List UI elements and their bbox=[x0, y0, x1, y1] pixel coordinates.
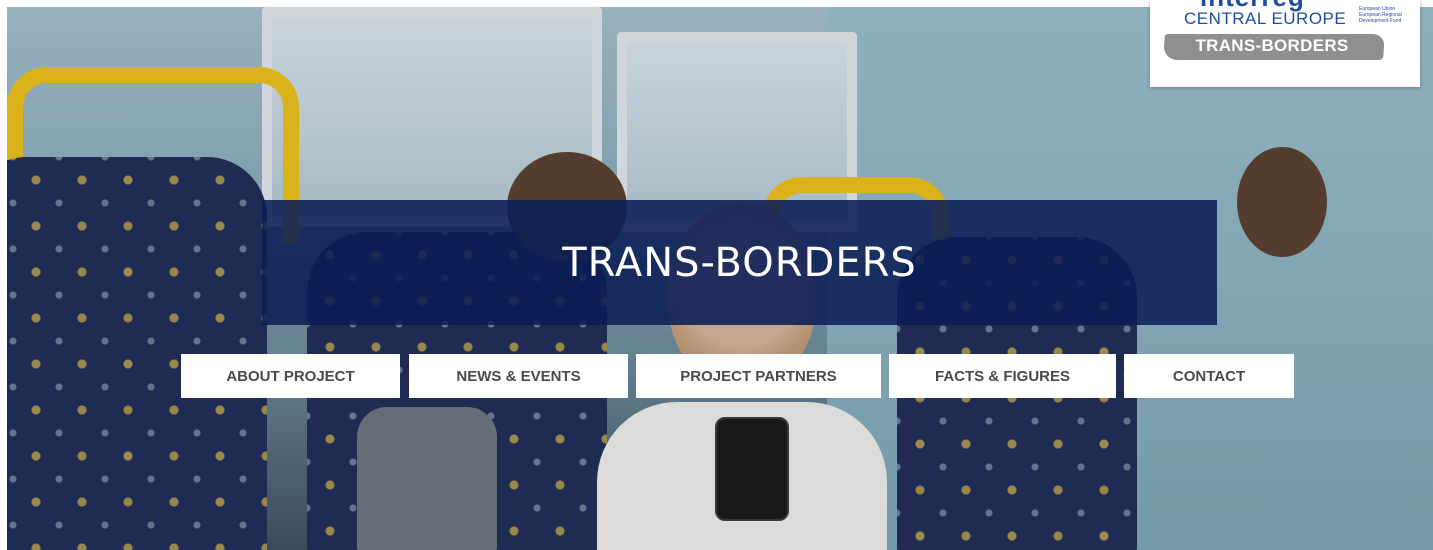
page-title: TRANS-BORDERS bbox=[562, 239, 917, 286]
hero-section: TRANS-BORDERS ABOUT PROJECT NEWS & EVENT… bbox=[7, 7, 1433, 550]
logo-project-text: TRANS-BORDERS bbox=[1195, 36, 1349, 55]
logo-region-text: CENTRAL EUROPE bbox=[1184, 9, 1347, 28]
title-banner: TRANS-BORDERS bbox=[262, 200, 1217, 325]
nav-project-partners-button[interactable]: PROJECT PARTNERS bbox=[636, 354, 881, 398]
eu-fund-text: European Union European Regional Develop… bbox=[1359, 6, 1402, 24]
nav-facts-figures-button[interactable]: FACTS & FIGURES bbox=[889, 354, 1116, 398]
nav-contact-button[interactable]: CONTACT bbox=[1124, 354, 1294, 398]
logo[interactable]: interreg CENTRAL EUROPE European Union E… bbox=[1150, 0, 1420, 87]
nav-about-project-button[interactable]: ABOUT PROJECT bbox=[181, 354, 400, 398]
nav-news-events-button[interactable]: NEWS & EVENTS bbox=[409, 354, 628, 398]
